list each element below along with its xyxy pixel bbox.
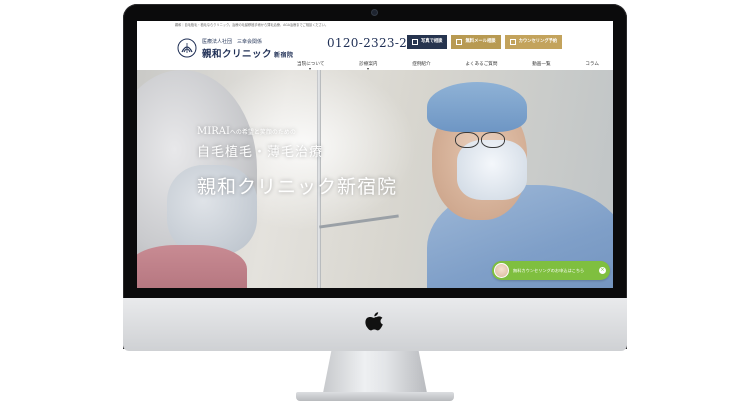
brand-name: 親和クリニック 新宿院	[202, 46, 294, 60]
hero-tagline-small: への希望と笑顔のための	[229, 129, 296, 136]
glasses-lens-right	[481, 132, 505, 148]
photo-consult-label: 写真で相談	[421, 39, 443, 44]
counseling-pill-button[interactable]: 無料カウンセリングのお申込はこちら ×	[492, 261, 610, 280]
mail-icon	[456, 39, 463, 45]
nurse-uniform-image	[137, 245, 247, 288]
doctor-mask-image	[457, 140, 527, 200]
apple-logo-icon	[365, 312, 383, 331]
camera-icon	[412, 39, 418, 45]
mail-consult-button[interactable]: 無料メール相談	[451, 35, 501, 49]
nav-label: コラム	[585, 62, 599, 67]
counseling-pill-label: 無料カウンセリングのお申込はこちら	[513, 267, 585, 273]
nav-label: よくあるご質問	[465, 62, 498, 67]
hero-banner: MIRAIへの希望と笑顔のための 自毛植毛・薄毛治療 親和クリニック新宿院 無料…	[137, 70, 613, 288]
hero-subheading: 自毛植毛・薄毛治療	[197, 145, 324, 160]
monitor-chin	[123, 298, 627, 351]
header-buttons: 写真で相談 無料メール相談 カウンセリング予約	[407, 35, 563, 49]
photo-consult-button[interactable]: 写真で相談	[407, 35, 448, 49]
camera-dot	[372, 10, 377, 15]
counseling-reserve-label: カウンセリング予約	[518, 39, 558, 44]
glasses-lens-left	[455, 132, 479, 148]
clinic-logo[interactable]: 医療法人社団 三幸会関係 親和クリニック 新宿院	[177, 34, 317, 62]
brand-branch: 新宿院	[274, 52, 294, 59]
monitor-stand-foot	[296, 392, 454, 401]
nav-label: 症例紹介	[412, 62, 431, 67]
website-screen: 親和｜自毛植毛・植毛ならクリニック。治療の毛髪移植手術から薄毛治療、AGA治療ま…	[137, 21, 613, 288]
clinic-mark-icon	[177, 38, 197, 58]
surgical-tool-image	[319, 214, 399, 229]
hero-tagline-main: MIRAI	[197, 126, 230, 137]
hero-heading: 親和クリニック新宿院	[197, 176, 398, 198]
nav-label: 当院について	[297, 62, 325, 67]
calendar-icon	[509, 39, 516, 45]
hero-tagline: MIRAIへの希望と笑顔のための	[197, 126, 397, 137]
close-icon[interactable]: ×	[599, 267, 606, 274]
site-header: 医療法人社団 三幸会関係 親和クリニック 新宿院 0120-2323-24 写真で…	[137, 30, 613, 70]
brand-subtitle: 医療法人社団 三幸会関係	[202, 39, 263, 45]
phone-number[interactable]: 0120-2323-24	[327, 36, 415, 50]
staff-avatar	[494, 263, 509, 278]
nav-label: 診療案内	[359, 62, 378, 67]
doctor-cap-image	[427, 82, 527, 132]
header-topline: 親和｜自毛植毛・植毛ならクリニック。治療の毛髪移植手術から薄毛治療、AGA治療ま…	[175, 23, 329, 27]
counseling-reserve-button[interactable]: カウンセリング予約	[504, 35, 563, 49]
mail-consult-label: 無料メール相談	[465, 39, 496, 44]
nav-label: 動画一覧	[532, 62, 551, 67]
monitor-stand-neck	[323, 351, 427, 393]
hero-copy: MIRAIへの希望と笑顔のための 自毛植毛・薄毛治療 親和クリニック新宿院	[197, 126, 397, 199]
brand-name-text: 親和クリニック	[202, 49, 273, 60]
